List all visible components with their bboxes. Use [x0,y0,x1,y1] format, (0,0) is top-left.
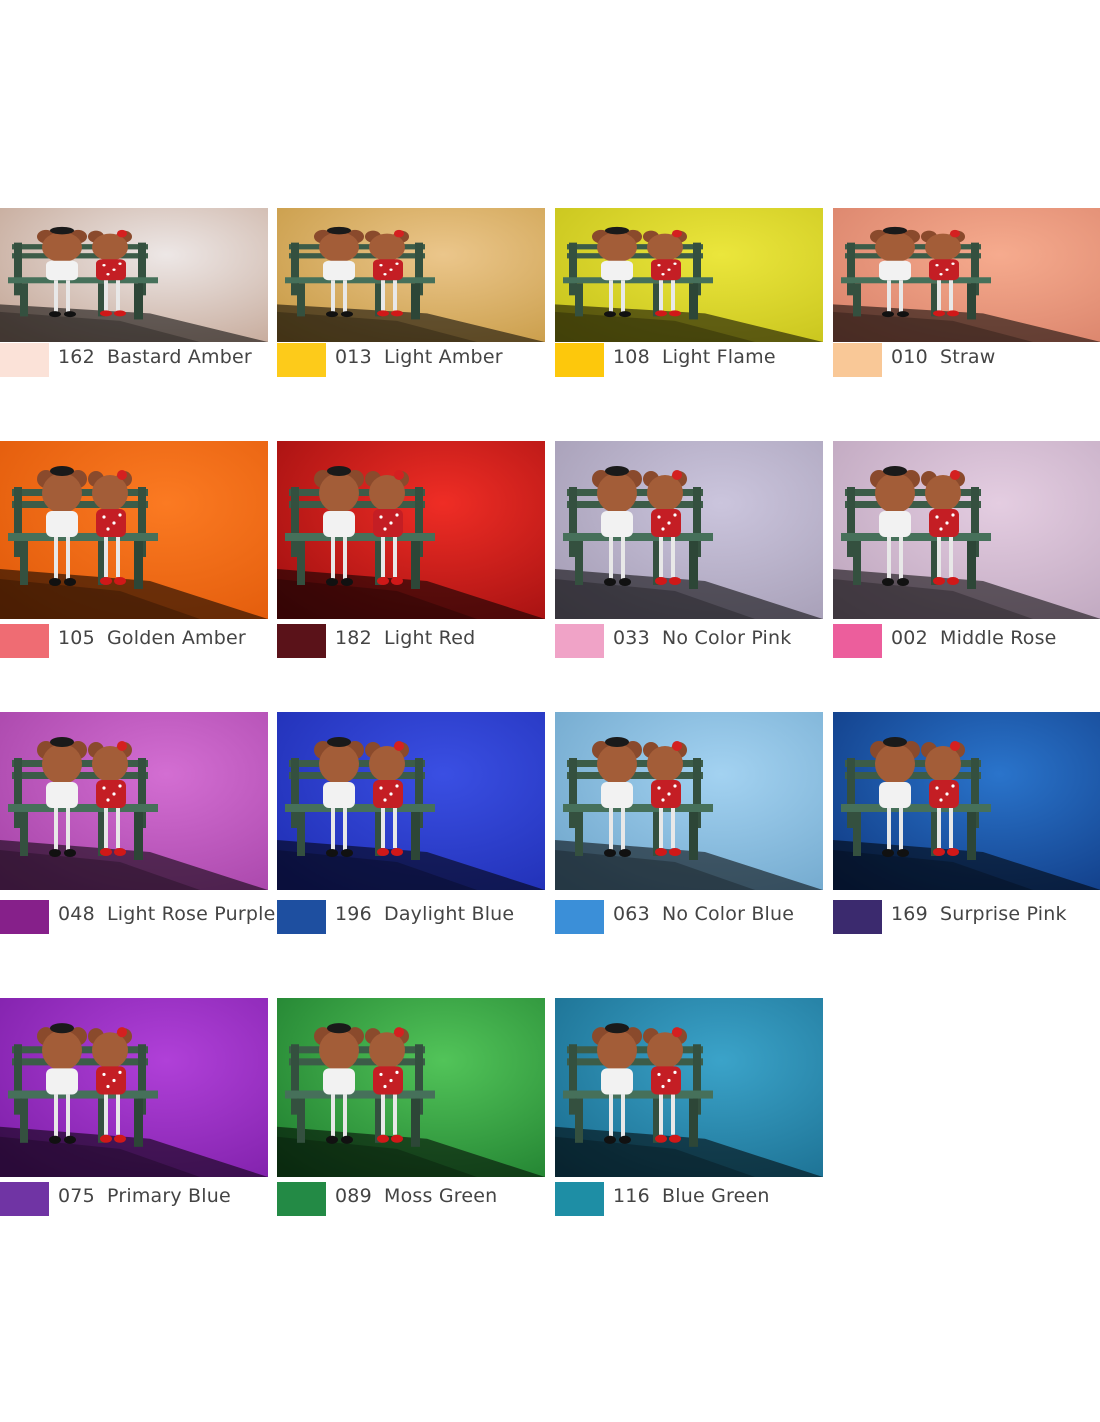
filter-photo [277,712,545,890]
filter-name: Light Flame [662,346,776,368]
filter-label: 105 Golden Amber [0,624,275,658]
filter-label: 089 Moss Green [277,1182,552,1216]
filter-code: 169 [891,903,928,925]
filter-photo [555,441,823,619]
filter-photo [277,208,545,342]
color-swatch [833,624,882,658]
color-swatch [555,624,604,658]
photo-scene [833,441,1100,619]
color-swatch [555,900,604,934]
filter-name: Middle Rose [940,627,1057,649]
filter-label: 182 Light Red [277,624,552,658]
filter-photo [555,712,823,890]
filter-name: Light Amber [384,346,503,368]
filter-code: 013 [335,346,372,368]
filter-code: 182 [335,627,372,649]
filter-code: 089 [335,1185,372,1207]
photo-scene [0,712,268,890]
filter-code: 105 [58,627,95,649]
filter-photo [0,441,268,619]
filter-code: 048 [58,903,95,925]
filter-photo [0,208,268,342]
filter-label: 013 Light Amber [277,343,552,377]
color-swatch [0,900,49,934]
filter-name: Bastard Amber [107,346,252,368]
filter-name: Straw [940,346,996,368]
photo-scene [555,441,823,619]
filter-photo [0,998,268,1177]
filter-photo [277,998,545,1177]
filter-name: Primary Blue [107,1185,231,1207]
filter-label: 169 Surprise Pink [833,900,1100,934]
filter-name: No Color Blue [662,903,795,925]
color-swatch [277,343,326,377]
color-swatch [833,900,882,934]
filter-code: 116 [613,1185,650,1207]
filter-name: Surprise Pink [940,903,1067,925]
photo-scene [555,712,823,890]
color-swatch [277,1182,326,1216]
filter-label: 048 Light Rose Purple [0,900,275,934]
filter-photo [0,712,268,890]
photo-scene [0,208,268,342]
filter-name: Golden Amber [107,627,246,649]
filter-code: 075 [58,1185,95,1207]
filter-photo [277,441,545,619]
filter-label: 063 No Color Blue [555,900,830,934]
filter-name: Light Red [384,627,476,649]
gel-filter-chart: { "filters": [ {"code":"162","name":"Bas… [0,0,1100,1422]
filter-label: 196 Daylight Blue [277,900,552,934]
photo-scene [277,441,545,619]
color-swatch [277,900,326,934]
filter-label: 108 Light Flame [555,343,830,377]
color-swatch [277,624,326,658]
filter-label: 010 Straw [833,343,1100,377]
filter-name: Light Rose Purple [107,903,276,925]
photo-scene [0,441,268,619]
color-swatch [555,1182,604,1216]
filter-photo [833,441,1100,619]
filter-name: Moss Green [384,1185,498,1207]
filter-photo [555,998,823,1177]
photo-scene [833,712,1100,890]
color-swatch [0,1182,49,1216]
photo-scene [833,208,1100,342]
photo-scene [277,208,545,342]
color-swatch [0,343,49,377]
filter-name: No Color Pink [662,627,792,649]
filter-code: 108 [613,346,650,368]
photo-scene [0,998,268,1177]
color-swatch [0,624,49,658]
filter-code: 010 [891,346,928,368]
photo-scene [277,712,545,890]
filter-name: Daylight Blue [384,903,515,925]
photo-scene [555,998,823,1177]
color-swatch [833,343,882,377]
filter-label: 075 Primary Blue [0,1182,275,1216]
filter-label: 162 Bastard Amber [0,343,275,377]
filter-code: 162 [58,346,95,368]
filter-photo [833,208,1100,342]
filter-photo [555,208,823,342]
filter-code: 063 [613,903,650,925]
photo-scene [555,208,823,342]
filter-code: 196 [335,903,372,925]
filter-label: 002 Middle Rose [833,624,1100,658]
filter-code: 033 [613,627,650,649]
filter-label: 116 Blue Green [555,1182,830,1216]
filter-code: 002 [891,627,928,649]
color-swatch [555,343,604,377]
photo-scene [277,998,545,1177]
filter-label: 033 No Color Pink [555,624,830,658]
filter-photo [833,712,1100,890]
filter-name: Blue Green [662,1185,770,1207]
